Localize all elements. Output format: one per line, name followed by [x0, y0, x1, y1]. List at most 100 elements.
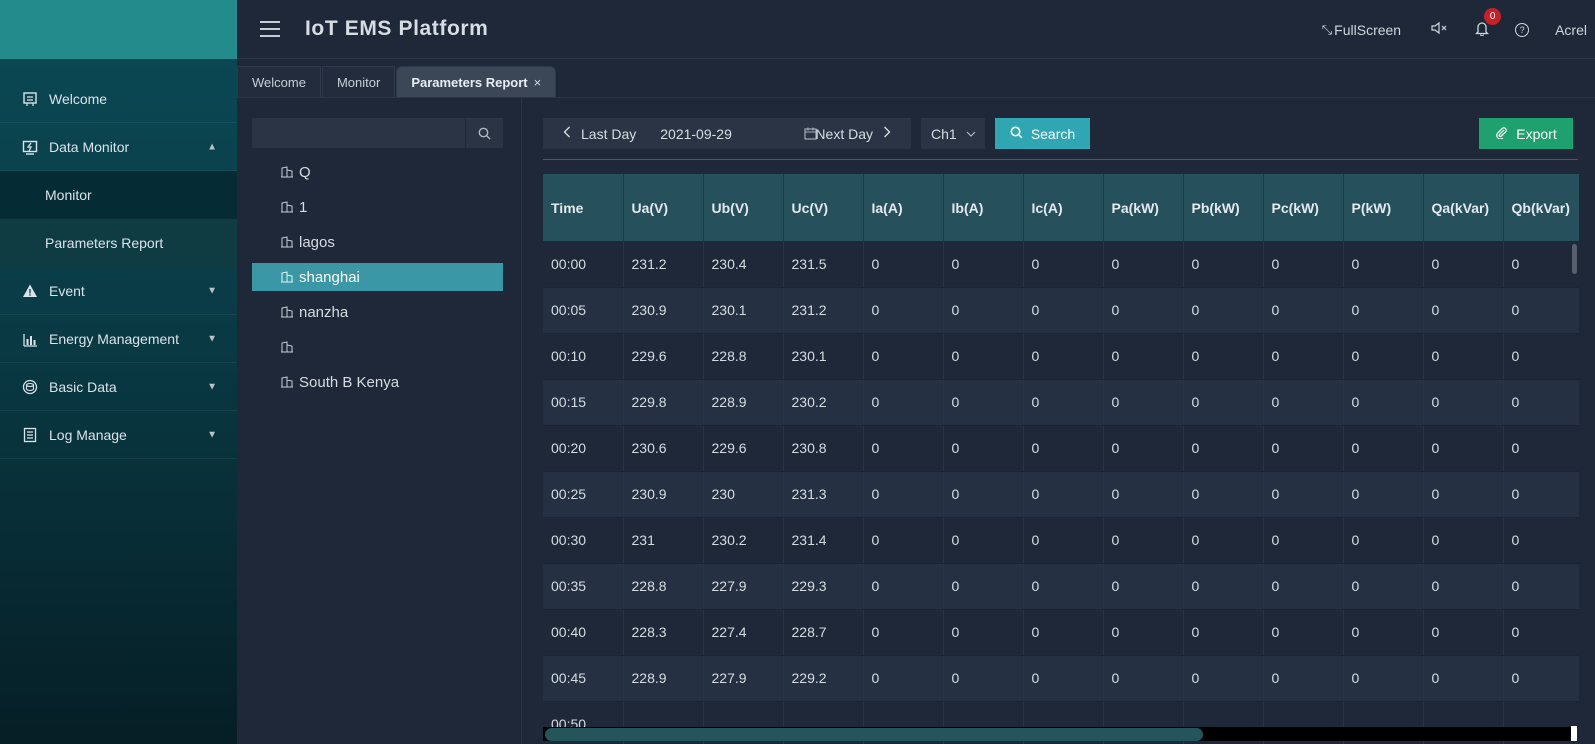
sidebar-item-data-monitor[interactable]: Data Monitor ▲: [0, 123, 237, 171]
table-cell: 0: [863, 333, 944, 380]
column-header: Time: [543, 174, 624, 241]
tree-node[interactable]: Q: [252, 158, 503, 186]
tab-welcome[interactable]: Welcome: [237, 66, 321, 98]
table-row[interactable]: 00:35 228.8 227.9 229.3 0 0 0 0 0 0 0 0 0: [543, 563, 1579, 610]
tree-node-label: Q: [299, 163, 311, 181]
table-cell: 0: [1343, 241, 1424, 288]
table-cell: 00:00: [543, 241, 624, 288]
sidebar-item-log-manage[interactable]: Log Manage ▼: [0, 411, 237, 459]
tree-node[interactable]: South B Kenya: [252, 368, 503, 396]
channel-select[interactable]: Ch1: [921, 118, 985, 149]
table-cell: 0: [1423, 241, 1504, 288]
help-icon[interactable]: ?: [1515, 22, 1530, 37]
sidebar-item-event[interactable]: Event ▼: [0, 267, 237, 315]
table-cell: 0: [943, 333, 1024, 380]
table-cell: 0: [1343, 609, 1424, 656]
search-icon[interactable]: [465, 118, 503, 148]
table-cell: 230.2: [783, 379, 864, 426]
device-tree-panel: Q 1 lagos shanghai nanzha South B Kenya: [237, 98, 522, 744]
building-icon: [281, 306, 293, 318]
menu-toggle-icon[interactable]: [260, 21, 280, 37]
tree-node[interactable]: 1: [252, 193, 503, 221]
search-button[interactable]: Search: [995, 118, 1090, 149]
next-day-button[interactable]: Next Day: [815, 126, 901, 142]
table-cell: 227.9: [703, 563, 784, 610]
table-cell: 0: [1263, 425, 1344, 472]
table-cell: 0: [1103, 517, 1184, 564]
table-cell: 0: [943, 241, 1024, 288]
fullscreen-button[interactable]: ⤡ FullScreen: [1322, 22, 1401, 38]
table-cell: 228.7: [783, 609, 864, 656]
sidebar: Welcome Data Monitor ▲ Monitor Parameter…: [0, 0, 237, 744]
table-cell: 0: [1183, 425, 1264, 472]
table-row[interactable]: 00:00 231.2 230.4 231.5 0 0 0 0 0 0 0 0 0: [543, 241, 1579, 288]
table-row[interactable]: 00:10 229.6 228.8 230.1 0 0 0 0 0 0 0 0 0: [543, 333, 1579, 380]
table-row[interactable]: 00:20 230.6 229.6 230.8 0 0 0 0 0 0 0 0 0: [543, 425, 1579, 472]
sidebar-item-parameters-report[interactable]: Parameters Report: [0, 219, 237, 267]
table-cell: 0: [943, 287, 1024, 334]
table-row[interactable]: 00:40 228.3 227.4 228.7 0 0 0 0 0 0 0 0 0: [543, 609, 1579, 656]
table-cell: 0: [1423, 287, 1504, 334]
table-row[interactable]: 00:15 229.8 228.9 230.2 0 0 0 0 0 0 0 0 0: [543, 379, 1579, 426]
tab-bar: Welcome Monitor Parameters Report ×: [237, 66, 557, 98]
column-header: Pc(kW): [1263, 174, 1344, 241]
column-header: Pb(kW): [1183, 174, 1264, 241]
sidebar-item-monitor[interactable]: Monitor: [0, 171, 237, 219]
tree-node-label: South B Kenya: [299, 373, 400, 391]
table-cell: 0: [1343, 563, 1424, 610]
table-cell: 0: [1423, 333, 1504, 380]
tree-node[interactable]: nanzha: [252, 298, 503, 326]
column-header: Ub(V): [703, 174, 784, 241]
table-cell: 228.8: [703, 333, 784, 380]
data-monitor-submenu: Monitor Parameters Report: [0, 171, 237, 267]
channel-value: Ch1: [931, 125, 957, 142]
date-picker[interactable]: 2021-09-29: [660, 126, 817, 142]
chevron-down-icon: ▼: [207, 381, 217, 392]
tab-label: Monitor: [336, 75, 381, 90]
user-name[interactable]: Acrel: [1555, 22, 1587, 38]
table-cell: 230.9: [623, 471, 704, 518]
table-cell: 0: [1103, 609, 1184, 656]
tab-parameters-report[interactable]: Parameters Report ×: [396, 66, 557, 98]
tree-node[interactable]: [252, 333, 503, 361]
tree-search-input[interactable]: [252, 118, 465, 148]
notification-bell-icon[interactable]: 0: [1475, 7, 1502, 40]
table-cell: 0: [863, 241, 944, 288]
table-cell: 0: [1103, 471, 1184, 518]
sidebar-item-welcome[interactable]: Welcome: [0, 75, 237, 123]
tab-monitor[interactable]: Monitor: [321, 66, 396, 98]
report-toolbar: Last Day 2021-09-29 Next Day Ch1 Search: [543, 118, 1573, 151]
mute-icon[interactable]: [1431, 21, 1449, 39]
tree-search: [252, 118, 503, 148]
tree-node[interactable]: lagos: [252, 228, 503, 256]
chevron-down-icon: ▼: [207, 429, 217, 440]
parameters-table[interactable]: Time Ua(V) Ub(V) Uc(V) Ia(A) Ib(A) Ic(A) Pa(kW)…: [543, 174, 1579, 744]
horizontal-scrollbar-thumb[interactable]: [545, 728, 1203, 741]
vertical-scrollbar[interactable]: [1572, 244, 1577, 274]
table-cell: 0: [943, 563, 1024, 610]
last-day-button[interactable]: Last Day: [553, 126, 636, 142]
column-header: Ia(A): [863, 174, 944, 241]
database-icon: [22, 379, 38, 395]
table-cell: 0: [1503, 655, 1579, 702]
table-cell: 0: [1023, 655, 1104, 702]
close-icon[interactable]: ×: [534, 75, 542, 90]
sidebar-item-basic-data[interactable]: Basic Data ▼: [0, 363, 237, 411]
table-row[interactable]: 00:30 231 230.2 231.4 0 0 0 0 0 0 0 0 0: [543, 517, 1579, 564]
sidebar-item-energy-management[interactable]: Energy Management ▼: [0, 315, 237, 363]
table-row[interactable]: 00:45 228.9 227.9 229.2 0 0 0 0 0 0 0 0 0: [543, 655, 1579, 702]
table-cell: 0: [1263, 517, 1344, 564]
data-monitor-icon: [22, 139, 38, 155]
chevron-right-icon: [883, 126, 891, 141]
column-header: Qb(kVar): [1503, 174, 1579, 241]
export-button[interactable]: Export: [1479, 118, 1573, 149]
tree-node-selected[interactable]: shanghai: [252, 263, 503, 291]
table-cell: 00:25: [543, 471, 624, 518]
table-cell: 0: [1343, 425, 1424, 472]
table-cell: 229.6: [703, 425, 784, 472]
table-row[interactable]: 00:05 230.9 230.1 231.2 0 0 0 0 0 0 0 0 0: [543, 287, 1579, 334]
table-row[interactable]: 00:25 230.9 230 231.3 0 0 0 0 0 0 0 0 0: [543, 471, 1579, 518]
table-cell: 231: [623, 517, 704, 564]
table-body: 00:00 231.2 230.4 231.5 0 0 0 0 0 0 0 0 0 00:05 230.9 2…: [543, 241, 1579, 744]
table-cell: 0: [1343, 333, 1424, 380]
